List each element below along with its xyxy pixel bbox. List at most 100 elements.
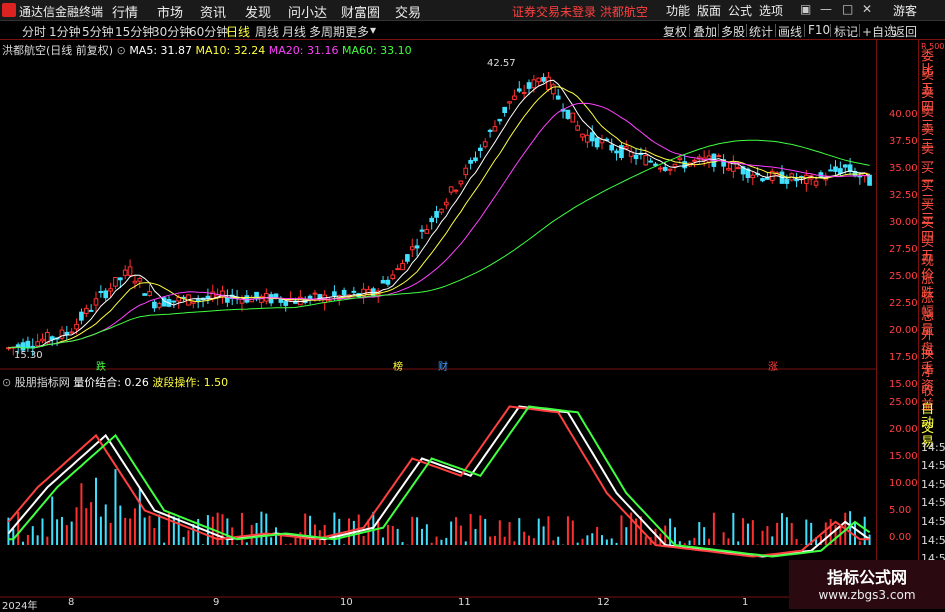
sub-legend: ⊙ 股朋指标网 量价结合: 0.26 波段操作: 1.50 [2,374,228,390]
indicator-bar [538,519,540,545]
indicator-bar [693,538,695,545]
candle-body [673,164,677,166]
candle-body [766,178,770,180]
toolbar-back[interactable]: 返回 [893,23,917,40]
candle-body [503,107,507,112]
indicator-bar [275,527,277,545]
indicator-bar [445,538,447,545]
candle-body [333,292,337,296]
xaxis-dec: 12 [597,597,610,608]
ytick: 5.00 [889,505,911,516]
indicator-bar [674,527,676,545]
sub-settings-icon[interactable]: ⊙ [2,376,11,389]
candle-body [104,291,108,298]
candle-body [36,342,40,346]
indicator-bar [489,537,491,545]
indicator-bar [776,523,778,545]
side-panel-item[interactable]: 14:56 [921,459,945,473]
indicator-bar [397,529,399,545]
candle-body [279,299,283,302]
side-panel-item[interactable]: 14:56 [921,478,945,492]
indicator-bar [241,513,243,545]
indicator-bar [37,535,39,545]
candle-body [420,230,424,231]
indicator-bar [314,524,316,545]
candle-body [401,264,405,270]
indicator-bar [596,527,598,545]
indicator-bar [800,544,802,545]
event-finance[interactable]: 财 [438,358,448,373]
candle-body [153,302,157,308]
indicator-bar [426,524,428,545]
ma10-label: MA10: 32.24 [196,44,266,57]
indicator-bar [246,542,248,545]
indicator-line [8,407,869,557]
candle-body [654,164,658,165]
indicator-bar [450,522,452,545]
chart-canvas[interactable] [0,0,876,609]
candle-body [406,255,410,262]
candlestick-series [7,72,872,356]
indicator-bar [105,504,107,545]
event-rise[interactable]: 涨 [768,358,778,373]
candle-body [795,180,799,181]
event-fall[interactable]: 跌 [96,358,106,373]
indicator-bar [260,512,262,545]
candle-body [590,133,594,141]
candle-body [615,151,619,153]
ytick: 17.50 [889,352,918,363]
indicator-bar [226,518,228,545]
candle-body [80,312,84,320]
indicator-bar [27,535,29,545]
indicator-bar [363,536,365,545]
indicator-bar [557,537,559,545]
indicator-bar [499,520,501,545]
candle-body [761,179,765,181]
candle-body [571,113,575,122]
indicator-bar [85,508,87,545]
indicator-bar [572,520,574,545]
event-rank[interactable]: 榜 [393,358,403,373]
quote-side-panel: R 500 委比卖五卖四卖三卖二卖一买一买二买三买四买五现价涨跌涨幅总量外盘换手… [918,40,945,609]
side-panel-item[interactable]: 14:56 [921,515,945,529]
indicator-bar [513,541,515,545]
ytick: 30.00 [889,217,918,228]
candle-body [114,277,118,286]
indicator-bar [791,523,793,545]
main-legend: 洪都航空(日线 前复权) ⊙ MA5: 31.87 MA10: 32.24 MA… [2,42,412,58]
ytick: 22.50 [889,298,918,309]
candle-body [517,89,521,91]
ytick: 10.00 [889,478,918,489]
indicator-bar [713,513,715,545]
indicator-bar [56,519,58,545]
candle-body [683,162,687,168]
indicator-bar [153,528,155,545]
indicator-bar [504,537,506,545]
ytick: 40.00 [889,109,918,120]
candle-body [118,278,122,280]
indicator-bar [114,469,116,545]
low-marker: 15.30 [14,350,43,361]
ytick: 27.50 [889,244,918,255]
candle-body [415,246,419,248]
indicator-bar [528,536,530,545]
indicator-bar [762,531,764,545]
candle-body [479,148,483,150]
indicator-bar [168,513,170,545]
indicator-bar [431,543,433,545]
side-panel-item[interactable]: 14:56 [921,441,945,455]
candle-body [488,130,492,131]
indicator-name: 股朋指标网 [15,376,70,389]
side-panel-item[interactable]: 14:56 [921,496,945,510]
guest-label[interactable]: 游客 [893,2,917,19]
candle-body [454,190,458,191]
candle-body [143,294,147,296]
side-panel-item[interactable]: 14:56 [921,534,945,548]
candle-body [474,158,478,161]
candle-body [109,289,113,291]
candle-body [410,247,414,250]
candle-body [50,337,54,340]
settings-icon[interactable]: ⊙ [117,44,126,57]
candle-body [444,202,448,205]
high-marker: 42.57 [487,58,516,69]
